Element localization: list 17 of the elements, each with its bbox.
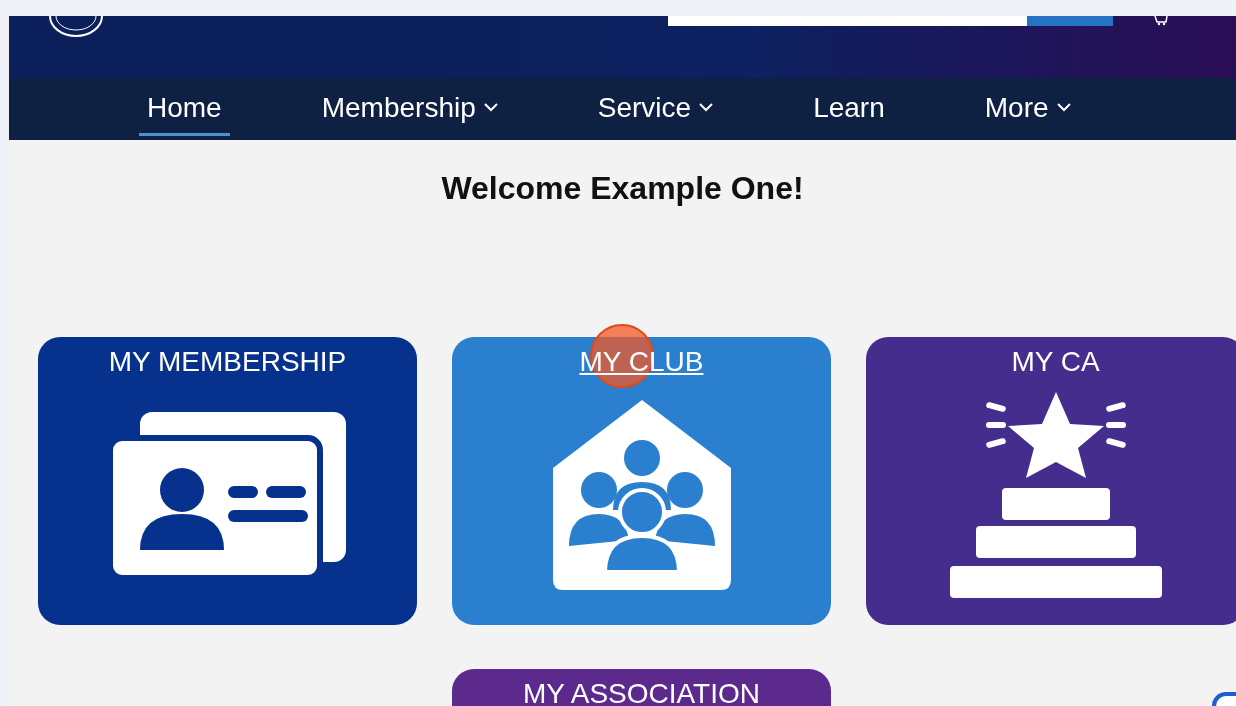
tile-title[interactable]: MY ASSOCIATION xyxy=(523,677,760,706)
search-field[interactable] xyxy=(668,16,1027,26)
nav-tab[interactable]: Home xyxy=(139,82,230,136)
nav-tab[interactable]: Membership xyxy=(313,82,506,136)
welcome-heading: Welcome Example One! xyxy=(441,169,804,208)
cart-icon[interactable] xyxy=(1153,16,1169,26)
podium-with-star-icon xyxy=(949,392,1162,598)
menu-tile[interactable]: MY ASSOCIATION xyxy=(452,669,831,706)
nav-tab[interactable]: Learn xyxy=(805,82,893,136)
menu-tile[interactable]: MY MEMBERSHIP xyxy=(38,337,417,625)
tile-title[interactable]: MY CA xyxy=(1011,345,1100,379)
tile-title[interactable]: MY MEMBERSHIP xyxy=(108,345,347,379)
nav-tab[interactable]: More xyxy=(976,82,1079,136)
logo-icon[interactable] xyxy=(47,16,105,38)
menu-tile[interactable]: MY CA xyxy=(866,337,1236,625)
house-with-people-icon xyxy=(552,400,731,590)
nav-tab[interactable]: Service xyxy=(589,82,722,136)
